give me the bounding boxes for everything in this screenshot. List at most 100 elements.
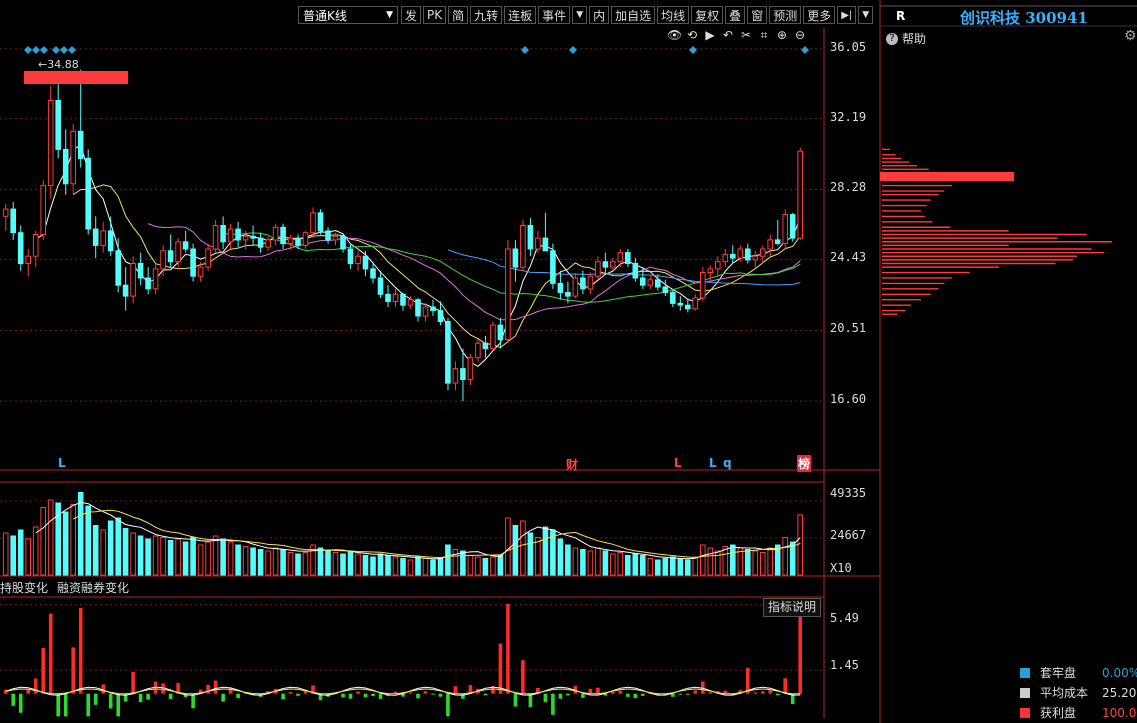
toolbar-button-ma[interactable]: 均线 bbox=[657, 6, 690, 24]
candle-body bbox=[310, 212, 316, 234]
indicator-bar bbox=[588, 688, 593, 694]
toolbar-button-overlay[interactable]: 叠 bbox=[725, 6, 746, 24]
toolbar-button-adjust[interactable]: 复权 bbox=[691, 6, 724, 24]
help-link[interactable]: ? 帮助 bbox=[886, 30, 926, 47]
zoom-out-icon[interactable]: ⊖ bbox=[793, 28, 807, 42]
candle-body bbox=[512, 248, 519, 268]
indicator-bar bbox=[423, 691, 428, 694]
volume-bar bbox=[752, 550, 759, 576]
candle-body bbox=[767, 239, 774, 250]
candle-body bbox=[212, 225, 219, 250]
indicator-bar bbox=[348, 693, 353, 699]
toolbar-button-events[interactable]: 事件 bbox=[538, 6, 571, 24]
candle-body bbox=[452, 368, 459, 384]
skip-end-icon[interactable]: ▶| bbox=[837, 6, 857, 24]
event-marker[interactable]: L bbox=[709, 456, 717, 470]
volume-bar bbox=[625, 555, 631, 576]
zoom-in-icon[interactable]: ⊕ bbox=[775, 28, 789, 42]
indicator-bar bbox=[48, 613, 53, 694]
candle-body bbox=[700, 272, 706, 299]
price-axis-label: 24.43 bbox=[830, 250, 867, 264]
toolbar-button-lianban[interactable]: 连板 bbox=[504, 6, 537, 24]
tab-holdings-change[interactable]: 持股变化 bbox=[0, 579, 48, 596]
indicator-help-button[interactable]: 指标说明 bbox=[763, 598, 822, 617]
candle-body bbox=[302, 232, 309, 246]
volume-bar bbox=[250, 547, 256, 576]
gear-icon[interactable]: ⚙ bbox=[1124, 28, 1137, 44]
price-axis-label: 32.19 bbox=[830, 110, 867, 124]
volume-bar bbox=[205, 541, 211, 576]
candle-body bbox=[730, 253, 736, 259]
candle-body bbox=[122, 284, 129, 297]
chart-type-label: 普通K线 bbox=[303, 8, 347, 23]
indicator-bar bbox=[356, 691, 360, 694]
price-axis-label: 28.28 bbox=[830, 180, 867, 194]
indicator-bar bbox=[671, 693, 675, 697]
volume-bar bbox=[497, 555, 504, 576]
volume-bar bbox=[482, 558, 489, 576]
event-marker[interactable]: 财 bbox=[566, 456, 578, 473]
legend-profit: 获利盘 100.00% bbox=[1020, 704, 1137, 721]
tab-margin-change[interactable]: 融资融券变化 bbox=[57, 579, 129, 596]
toolbar-button-add-watchlist[interactable]: 加自选 bbox=[611, 6, 656, 24]
legend-label: 套牢盘 bbox=[1040, 666, 1077, 680]
event-marker[interactable]: L bbox=[674, 456, 682, 470]
volume-bar bbox=[182, 541, 189, 576]
volume-bar bbox=[362, 555, 369, 576]
crop-icon[interactable]: ⌗ bbox=[757, 28, 771, 42]
undo-icon[interactable]: ↶ bbox=[721, 28, 735, 42]
volume-bar bbox=[520, 520, 526, 576]
indicator-bar bbox=[11, 693, 15, 706]
event-marker[interactable]: 榜 bbox=[797, 455, 812, 472]
candle-body bbox=[130, 263, 136, 297]
chart-area[interactable] bbox=[0, 0, 1137, 723]
indicator-bar bbox=[543, 693, 548, 703]
indicator-bar bbox=[206, 684, 210, 694]
volume-bar bbox=[107, 520, 114, 576]
volume-bar bbox=[197, 544, 204, 576]
scissors-icon[interactable]: ✂ bbox=[739, 28, 753, 42]
indicator-bar bbox=[798, 604, 802, 694]
indicator-bar bbox=[611, 692, 615, 694]
volume-bar bbox=[512, 525, 519, 576]
volume-bar bbox=[62, 511, 69, 576]
candle-body bbox=[647, 279, 654, 286]
candle-body bbox=[632, 263, 639, 279]
play-icon[interactable]: ▶ bbox=[703, 28, 717, 42]
chart-type-select[interactable]: 普通K线 ▼ bbox=[298, 6, 398, 24]
toolbar-button-nei[interactable]: 内 bbox=[589, 6, 610, 24]
toolbar-button-forecast[interactable]: 预测 bbox=[769, 6, 802, 24]
volume-bar bbox=[10, 535, 16, 576]
toolbar-button-more[interactable]: 更多 bbox=[803, 6, 836, 24]
volume-bar bbox=[280, 549, 286, 576]
candle-body bbox=[655, 279, 661, 288]
eye-icon[interactable]: 👁 bbox=[667, 28, 682, 42]
volume-bar bbox=[467, 555, 474, 576]
indicator-bar bbox=[26, 689, 30, 694]
candle-body bbox=[152, 268, 159, 290]
volume-bar bbox=[430, 559, 436, 576]
indicator-bar bbox=[431, 693, 435, 695]
indicator-bar bbox=[783, 678, 787, 694]
event-diamond-icon bbox=[60, 46, 68, 54]
more-dropdown-button[interactable]: ▼ bbox=[858, 6, 874, 24]
candle-body bbox=[677, 302, 684, 306]
toolbar-button-window[interactable]: 窗 bbox=[747, 6, 768, 24]
legend-avg-cost: 平均成本 25.20 bbox=[1020, 684, 1136, 701]
volume-unit-label: X10 bbox=[830, 561, 852, 575]
toolbar-button-jiuzhuan[interactable]: 九转 bbox=[470, 6, 503, 24]
events-dropdown-button[interactable]: ▼ bbox=[572, 6, 588, 24]
toolbar-button-pk[interactable]: PK bbox=[423, 6, 447, 24]
volume-bar bbox=[257, 549, 264, 576]
event-marker[interactable]: q bbox=[723, 456, 732, 470]
candle-body bbox=[340, 235, 346, 250]
indicator-bar bbox=[566, 693, 570, 696]
event-marker[interactable]: L bbox=[58, 456, 66, 470]
indicator-bar bbox=[521, 660, 525, 694]
indicator-bar bbox=[581, 693, 585, 698]
toolbar-button-fa[interactable]: 发 bbox=[401, 6, 422, 24]
volume-bar bbox=[25, 538, 31, 576]
toolbar-button-jian[interactable]: 简 bbox=[448, 6, 469, 24]
history-icon[interactable]: ⟲ bbox=[685, 28, 699, 42]
volume-bar bbox=[452, 549, 459, 576]
